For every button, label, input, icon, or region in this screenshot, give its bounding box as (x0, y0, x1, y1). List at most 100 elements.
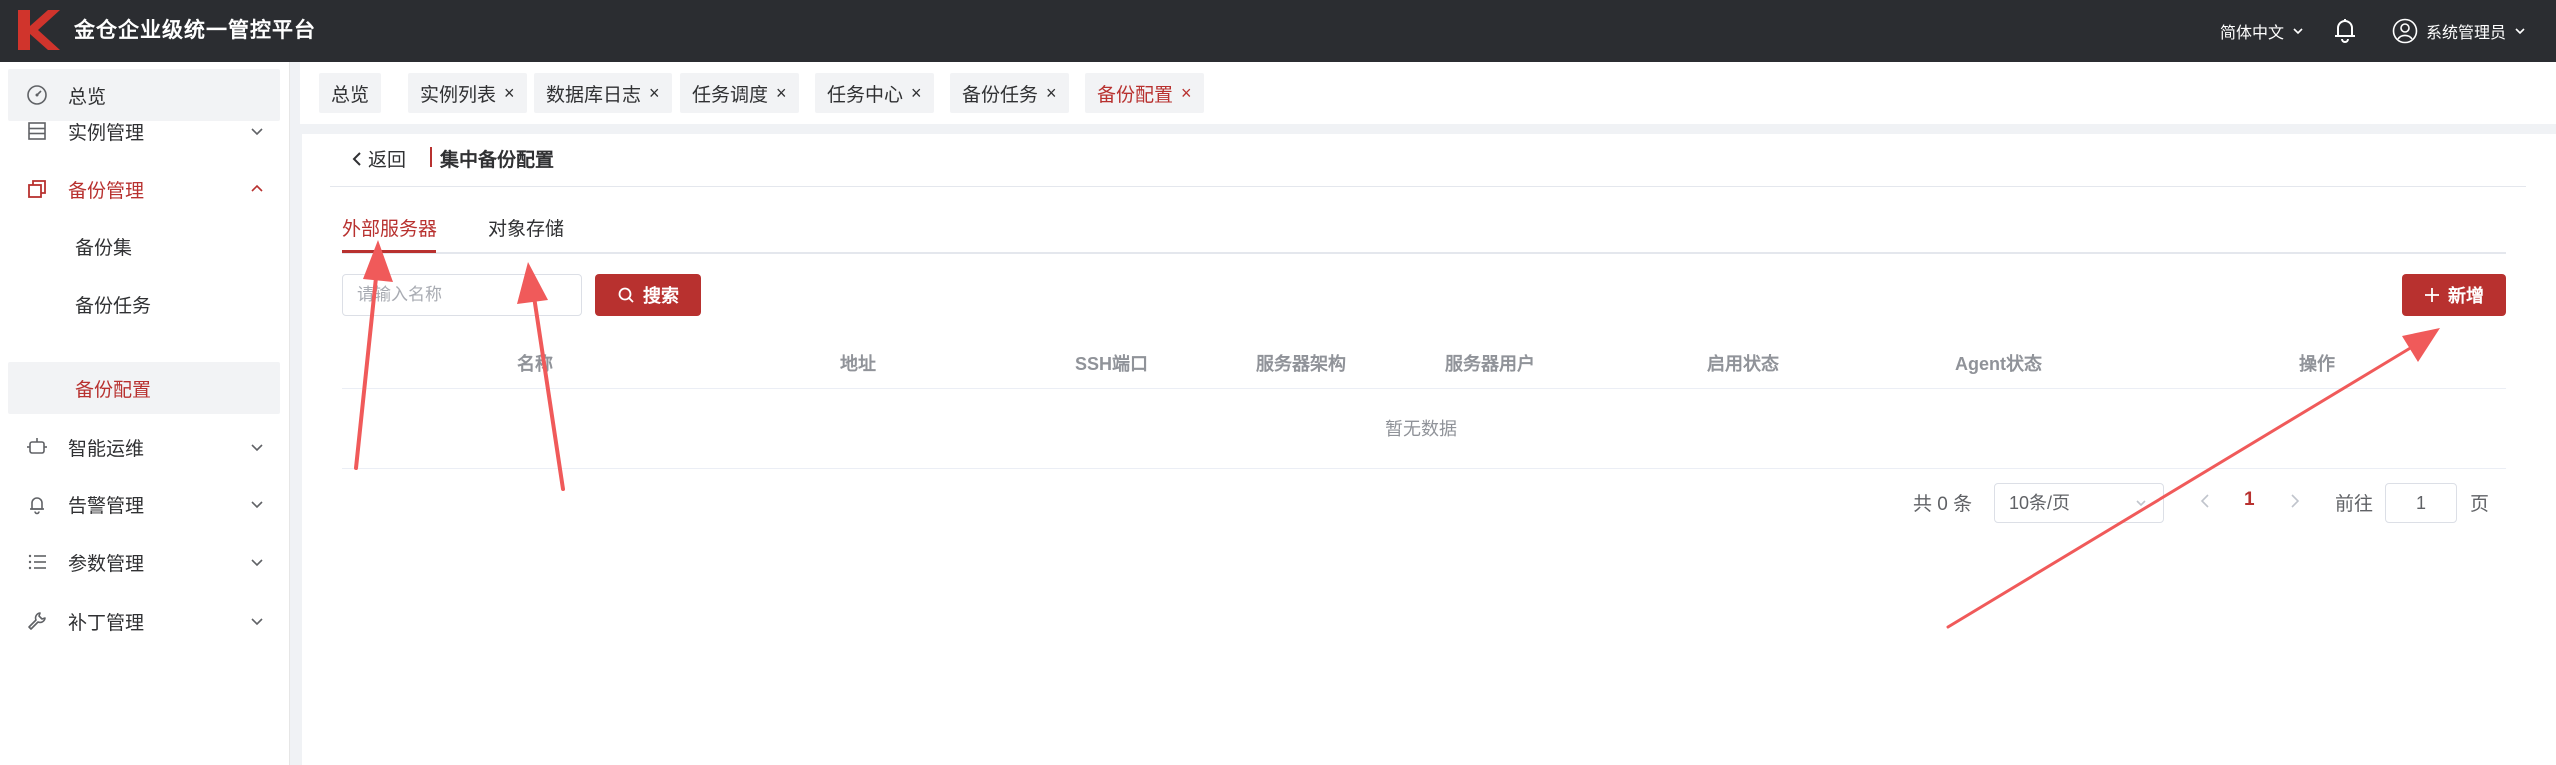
sidebar: 总览 实例管理 备份管理 备份集 备份任务 备份配置 智能运维 告警管理 参数管… (0, 62, 290, 765)
chevron-down-icon (251, 444, 263, 452)
column-header: 操作 (2299, 354, 2335, 374)
dashboard-icon (27, 85, 47, 105)
tab-external-servers[interactable]: 外部服务器 (342, 214, 437, 241)
tag-label: 备份配置 (1097, 84, 1174, 106)
column-header: 地址 (840, 354, 876, 374)
page-title: 集中备份配置 (440, 150, 555, 171)
tag-label: 实例列表 (420, 84, 497, 106)
plus-icon (2425, 288, 2439, 302)
sidebar-item-params[interactable]: 参数管理 (8, 536, 280, 588)
tag-instance-list[interactable]: 实例列表 × (408, 73, 527, 113)
goto-page-input[interactable] (2385, 483, 2457, 523)
close-icon[interactable]: × (1181, 83, 1192, 104)
divider (330, 186, 2526, 187)
tag-label: 总览 (331, 84, 370, 106)
column-header: 名称 (517, 354, 553, 374)
active-tab-indicator (342, 250, 436, 253)
table-header-divider (342, 388, 2506, 389)
tag-backup-tasks[interactable]: 备份任务 × (950, 73, 1069, 113)
notification-bell-icon[interactable] (2330, 15, 2360, 45)
chevron-left-icon (352, 151, 361, 166)
goto-unit: 页 (2470, 494, 2490, 515)
chevron-down-icon (2293, 28, 2303, 35)
tab-object-storage[interactable]: 对象存储 (488, 214, 564, 241)
sidebar-item-label: 备份配置 (75, 379, 152, 401)
tag-label: 任务调度 (692, 84, 769, 106)
tag-label: 备份任务 (962, 84, 1039, 106)
sidebar-item-backup-config[interactable]: 备份配置 (8, 362, 280, 414)
close-icon[interactable]: × (911, 83, 922, 104)
chevron-down-icon (251, 618, 263, 626)
add-button-label: 新增 (2448, 286, 2484, 306)
sidebar-item-backup-tasks[interactable]: 备份任务 (8, 278, 280, 330)
page-size-value: 10条/页 (2009, 493, 2071, 513)
sidebar-item-label: 备份集 (75, 237, 133, 259)
chevron-down-icon (2515, 28, 2525, 35)
pagination-total: 共 0 条 (1913, 494, 1973, 515)
main-panel (302, 134, 2556, 765)
wrench-icon (28, 612, 46, 630)
sidebar-item-instances[interactable]: 实例管理 (8, 105, 280, 157)
user-menu[interactable]: 系统管理员 (2392, 0, 2526, 62)
username: 系统管理员 (2426, 25, 2507, 42)
language-label: 简体中文 (2220, 25, 2285, 42)
close-icon[interactable]: × (1046, 83, 1057, 104)
app-title: 金仓企业级统一管控平台 (74, 19, 316, 42)
tag-label: 数据库日志 (546, 84, 642, 106)
close-icon[interactable]: × (776, 83, 787, 104)
language-switcher[interactable]: 简体中文 (2220, 0, 2304, 62)
chevron-down-icon (251, 559, 263, 567)
user-avatar-icon (2392, 18, 2418, 44)
search-button[interactable]: 搜索 (595, 274, 701, 316)
empty-text: 暂无数据 (1385, 419, 1457, 439)
database-icon (28, 122, 46, 140)
sidebar-item-label: 智能运维 (68, 438, 145, 460)
add-button[interactable]: 新增 (2402, 274, 2506, 316)
copy-icon (28, 180, 46, 198)
goto-label: 前往 (2335, 494, 2374, 515)
search-icon (618, 287, 634, 303)
tag-db-logs[interactable]: 数据库日志 × (534, 73, 672, 113)
sidebar-item-backup-sets[interactable]: 备份集 (8, 220, 280, 272)
search-button-label: 搜索 (643, 286, 679, 306)
chevron-down-icon (251, 501, 263, 509)
sidebar-item-alerts[interactable]: 告警管理 (8, 478, 280, 530)
tag-backup-config[interactable]: 备份配置 × (1085, 73, 1204, 113)
sidebar-item-label: 实例管理 (68, 122, 145, 144)
column-header: 服务器架构 (1256, 354, 1346, 374)
table-bottom-divider (342, 468, 2506, 469)
tabs-divider (342, 252, 2506, 254)
back-link[interactable]: 返回 (350, 145, 406, 172)
tag-task-scheduling[interactable]: 任务调度 × (680, 73, 799, 113)
back-label: 返回 (368, 150, 407, 171)
chevron-down-icon (2136, 500, 2146, 507)
logo-icon (18, 10, 60, 50)
page-size-select[interactable]: 10条/页 (1994, 483, 2164, 523)
chevron-up-icon (251, 184, 263, 192)
tag-label: 任务中心 (827, 84, 904, 106)
chevron-down-icon (251, 128, 263, 136)
list-icon (28, 554, 46, 570)
tag-task-center[interactable]: 任务中心 × (815, 73, 934, 113)
close-icon[interactable]: × (504, 83, 515, 104)
sidebar-item-label: 参数管理 (68, 553, 145, 575)
prev-page-icon[interactable] (2196, 491, 2216, 511)
sidebar-item-label: 备份管理 (68, 180, 145, 202)
bell-icon (30, 497, 44, 515)
next-page-icon[interactable] (2284, 491, 2304, 511)
sidebar-item-label: 备份任务 (75, 295, 152, 317)
top-bar: 金仓企业级统一管控平台 简体中文 系统管理员 (0, 0, 2556, 62)
current-page-number[interactable]: 1 (2244, 489, 2255, 511)
title-divider (430, 147, 432, 167)
column-header: SSH端口 (1075, 354, 1149, 374)
sidebar-item-patches[interactable]: 补丁管理 (8, 595, 280, 647)
column-header: 启用状态 (1707, 354, 1779, 374)
search-input[interactable] (342, 274, 582, 316)
sidebar-item-backup[interactable]: 备份管理 (8, 163, 280, 215)
column-header: Agent状态 (1955, 354, 2042, 374)
sidebar-item-smart-ops[interactable]: 智能运维 (8, 421, 280, 473)
tags-bar: 总览 实例列表 × 数据库日志 × 任务调度 × 任务中心 × 备份任务 × 备… (300, 62, 2556, 124)
robot-icon (27, 438, 47, 454)
tag-overview[interactable]: 总览 (319, 73, 382, 113)
close-icon[interactable]: × (649, 83, 660, 104)
